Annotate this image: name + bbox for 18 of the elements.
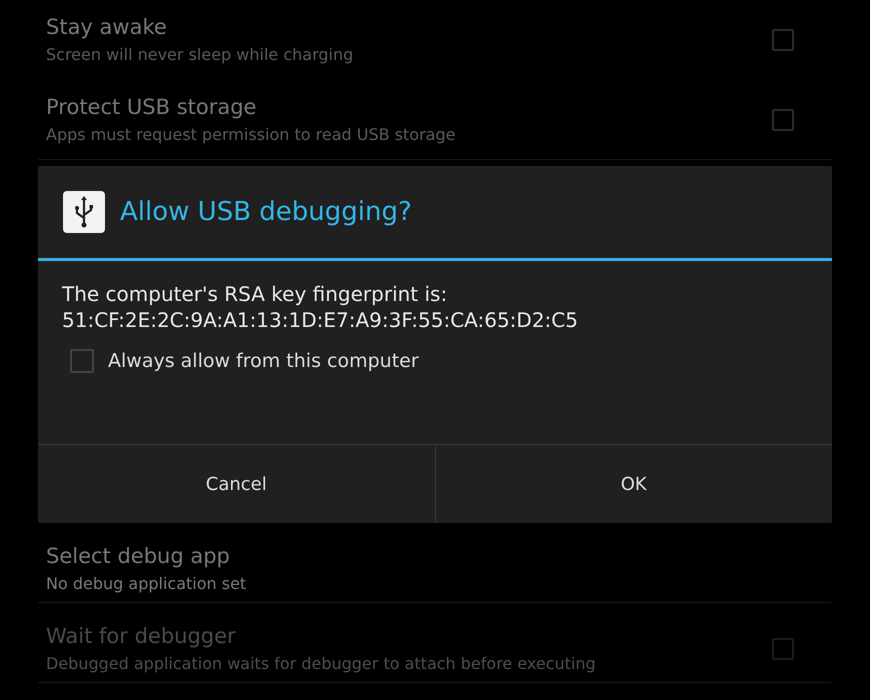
setting-summary: No debug application set: [46, 574, 248, 593]
usb-icon: [62, 190, 106, 234]
setting-summary: Screen will never sleep while charging: [46, 45, 354, 64]
fingerprint-text: 51:CF:2E:2C:9A:A1:13:1D:E7:A9:3F:55:CA:65:D2:C5: [62, 307, 579, 333]
setting-title: Protect USB storage: [46, 95, 258, 119]
dialog-title: Allow USB debugging?: [120, 197, 412, 227]
setting-summary: Debugged application waits for debugger to attach before executing: [46, 654, 597, 673]
setting-title: Select debug app: [46, 544, 231, 568]
dialog-message: The computer's RSA key fingerprint is:: [62, 281, 448, 307]
setting-title: Stay awake: [46, 15, 168, 39]
checkbox[interactable]: [772, 108, 794, 130]
checkbox[interactable]: [70, 349, 94, 373]
checkbox[interactable]: [772, 28, 794, 50]
checkbox-label: Always allow from this computer: [108, 350, 419, 372]
ok-button[interactable]: OK: [434, 445, 832, 523]
setting-summary: Apps must request permission to read USB storage: [46, 125, 456, 144]
setting-title: Wait for debugger: [46, 624, 237, 648]
cancel-button[interactable]: Cancel: [38, 445, 434, 523]
